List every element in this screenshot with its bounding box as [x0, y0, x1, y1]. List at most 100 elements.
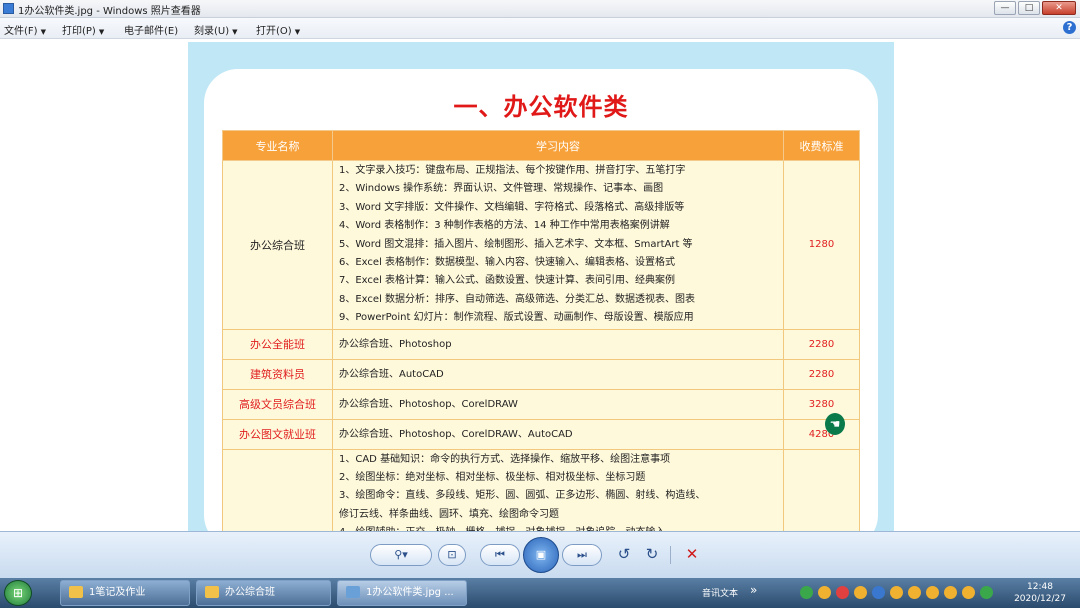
course-name: 办公图文就业班 — [222, 418, 333, 450]
menu-bar: 文件(F) ▼ 打印(P) ▼ 电子邮件(E) 刻录(U) ▼ 打开(O) ▼ ? — [0, 18, 1080, 39]
column-header: 学习内容 — [332, 130, 784, 161]
qq-icon[interactable] — [944, 586, 957, 599]
image-icon — [346, 586, 360, 598]
volume-icon[interactable] — [872, 586, 885, 599]
qq-icon[interactable] — [962, 586, 975, 599]
course-name: 高级文员综合班 — [222, 388, 333, 420]
start-button[interactable]: ⊞ — [4, 580, 32, 606]
chevron-down-icon: ▼ — [98, 28, 105, 36]
folder-icon — [205, 586, 219, 598]
course-price: 3280 — [783, 388, 860, 420]
clock-time: 12:48 — [1027, 582, 1053, 592]
taskbar-item-notes[interactable]: 1笔记及作业 — [60, 580, 190, 606]
antivirus-icon[interactable] — [836, 586, 849, 599]
qq-icon[interactable] — [890, 586, 903, 599]
folder-icon — [69, 586, 83, 598]
content-line: 4、绘图辅助：正交、极轴、栅格、捕捉、对象捕捉、对象追踪、动态输入 — [339, 524, 777, 531]
chevron-down-icon: ▼ — [232, 28, 238, 36]
taskbar-item-photo-viewer[interactable]: 1办公软件类.jpg ... — [337, 580, 467, 606]
minimize-button[interactable]: — — [994, 1, 1016, 15]
menu-file[interactable]: 文件(F) ▼ — [4, 22, 46, 37]
course-content: 办公综合班、Photoshop、CorelDRAW — [332, 388, 784, 420]
course-price: 2280 — [783, 358, 860, 390]
qq-icon[interactable] — [926, 586, 939, 599]
network-icon[interactable] — [800, 586, 813, 599]
column-header: 收费标准 — [783, 130, 860, 161]
course-price: 1280 — [783, 160, 860, 330]
zoom-button[interactable]: ⚲▾ — [370, 544, 432, 566]
menu-burn[interactable]: 刻录(U) ▼ — [194, 22, 238, 37]
system-tray: 音讯文本 » 12:48 2020/12/27 — [690, 578, 1080, 608]
content-line: 办公综合班、AutoCAD — [339, 368, 444, 380]
window-controls: — □ ✕ — [994, 1, 1076, 15]
help-icon[interactable]: ? — [1063, 21, 1076, 34]
content-line: 修订云线、样条曲线、圆环、填充、绘图命令习题 — [339, 508, 559, 520]
content-line: 1、CAD 基础知识：命令的执行方式、选择操作、缩放平移、绘图注意事项 — [339, 453, 671, 465]
actual-size-button[interactable]: ⊡ — [438, 544, 466, 566]
table-row: 办公综合班 1、文字录入技巧：键盘布局、正规指法、每个按键作用、拼音打字、五笔打字… — [222, 160, 860, 330]
qq-icon[interactable] — [908, 586, 921, 599]
rotate-cw-button[interactable]: ↻ — [640, 544, 664, 566]
content-line: 3、Word 文字排版：文件操作、文档编辑、字符格式、段落格式、高级排版等 — [339, 201, 685, 213]
content-line: 8、Excel 数据分析：排序、自动筛选、高级筛选、分类汇总、数据透视表、图表 — [339, 293, 696, 305]
tray-expand-icon[interactable]: » — [750, 583, 757, 597]
close-button[interactable]: ✕ — [1042, 1, 1076, 15]
content-line: 1、文字录入技巧：键盘布局、正规指法、每个按键作用、拼音打字、五笔打字 — [339, 165, 686, 176]
slideshow-button[interactable]: ▣ — [523, 537, 559, 573]
hand-cursor-icon: ☚ — [825, 413, 845, 435]
image-heading: 一、办公软件类 — [453, 93, 629, 121]
qq-icon[interactable] — [854, 586, 867, 599]
toolbar-separator — [670, 546, 671, 564]
menu-open[interactable]: 打开(O) ▼ — [256, 22, 300, 37]
viewer-toolbar: ⚲▾ ⊡ ⏮ ▣ ⏭ ↺ ↻ ✕ — [0, 531, 1080, 578]
content-line: 3、绘图命令：直线、多段线、矩形、圆、圆弧、正多边形、椭圆、射线、构造线、 — [339, 490, 706, 502]
displayed-image: 一、办公软件类 专业名称 学习内容 收费标准 办公综合班 1、文字录入技巧：键盘布… — [188, 42, 894, 531]
table-header-row: 专业名称 学习内容 收费标准 — [222, 130, 860, 161]
course-name: 建筑资料员 — [222, 358, 333, 390]
chevron-down-icon: ▼ — [294, 28, 301, 36]
course-name — [222, 448, 333, 531]
image-viewport[interactable]: 一、办公软件类 专业名称 学习内容 收费标准 办公综合班 1、文字录入技巧：键盘布… — [0, 39, 1080, 531]
qq-icon[interactable] — [818, 586, 831, 599]
table-body: 办公综合班 1、文字录入技巧：键盘布局、正规指法、每个按键作用、拼音打字、五笔打字… — [222, 160, 860, 531]
course-content: 1、文字录入技巧：键盘布局、正规指法、每个按键作用、拼音打字、五笔打字 2、Win… — [332, 160, 784, 330]
clock[interactable]: 12:48 2020/12/27 — [1008, 581, 1072, 605]
delete-button[interactable]: ✕ — [680, 544, 704, 566]
content-line: 2、绘图坐标：绝对坐标、相对坐标、极坐标、相对极坐标、坐标习题 — [339, 471, 646, 483]
content-line: 办公综合班、Photoshop — [339, 338, 452, 350]
course-name: 办公全能班 — [222, 328, 333, 360]
taskbar-item-office-class[interactable]: 办公综合班 — [196, 580, 331, 606]
course-name: 办公综合班 — [222, 160, 333, 330]
table-row: 建筑资料员 办公综合班、AutoCAD 2280 — [222, 358, 860, 390]
taskbar: ⊞ 1笔记及作业 办公综合班 1办公软件类.jpg ... 音讯文本 » 12:… — [0, 578, 1080, 608]
title-bar: 1办公软件类.jpg - Windows 照片查看器 — □ ✕ — [0, 0, 1080, 18]
next-button[interactable]: ⏭ — [562, 544, 602, 566]
course-content: 办公综合班、Photoshop — [332, 328, 784, 360]
content-line: 4、Word 表格制作：3 种制作表格的方法、14 种工作中常用表格案例讲解 — [339, 220, 670, 232]
menu-print[interactable]: 打印(P) ▼ — [62, 22, 104, 37]
content-line: 办公综合班、Photoshop、CorelDRAW、AutoCAD — [339, 428, 573, 440]
course-table: 专业名称 学习内容 收费标准 办公综合班 1、文字录入技巧：键盘布局、正规指法、每… — [222, 130, 860, 531]
table-row: 1、CAD 基础知识：命令的执行方式、选择操作、缩放平移、绘图注意事项 2、绘图坐… — [222, 448, 860, 531]
chevron-down-icon: ▼ — [40, 28, 46, 36]
content-line: 5、Word 图文混排：插入图片、绘制图形、插入艺术字、文本框、SmartArt… — [339, 238, 693, 250]
content-line: 办公综合班、Photoshop、CorelDRAW — [339, 398, 518, 410]
content-line: 9、PowerPoint 幻灯片：制作流程、版式设置、动画制作、母版设置、模版应… — [339, 312, 694, 324]
photo-viewer-icon — [3, 3, 14, 14]
table-row: 办公全能班 办公综合班、Photoshop 2280 — [222, 328, 860, 360]
course-content: 办公综合班、AutoCAD — [332, 358, 784, 390]
image-card: 一、办公软件类 专业名称 学习内容 收费标准 办公综合班 1、文字录入技巧：键盘布… — [204, 69, 878, 531]
clock-date: 2020/12/27 — [1014, 594, 1066, 604]
window-title: 1办公软件类.jpg - Windows 照片查看器 — [18, 6, 201, 17]
table-row: 办公图文就业班 办公综合班、Photoshop、CorelDRAW、AutoCAD… — [222, 418, 860, 450]
course-price: 4280 — [783, 418, 860, 450]
menu-email[interactable]: 电子邮件(E) — [124, 22, 178, 37]
course-content: 1、CAD 基础知识：命令的执行方式、选择操作、缩放平移、绘图注意事项 2、绘图坐… — [332, 448, 784, 531]
maximize-button[interactable]: □ — [1018, 1, 1040, 15]
course-content: 办公综合班、Photoshop、CorelDRAW、AutoCAD — [332, 418, 784, 450]
course-price — [783, 448, 860, 531]
course-price: 2280 — [783, 328, 860, 360]
rotate-ccw-button[interactable]: ↺ — [612, 544, 636, 566]
previous-button[interactable]: ⏮ — [480, 544, 520, 566]
app-icon[interactable] — [980, 586, 993, 599]
